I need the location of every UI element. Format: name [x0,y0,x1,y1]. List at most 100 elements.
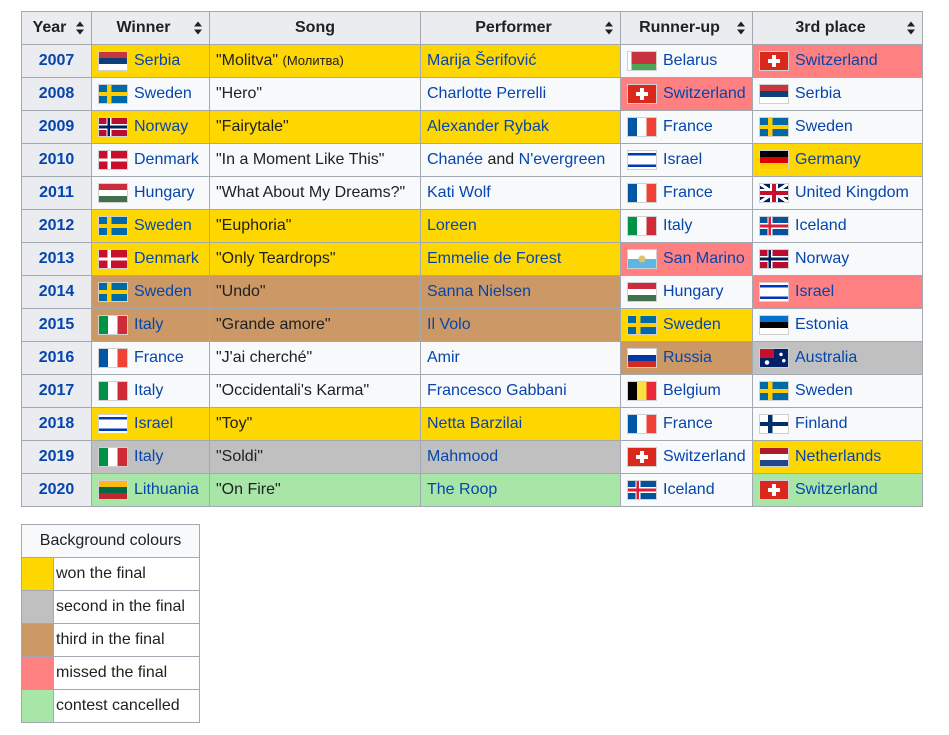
switzerland-flag-icon[interactable] [627,84,657,104]
year-cell[interactable]: 2018 [21,407,92,441]
sort-icon[interactable] [737,21,745,35]
third-place-cell-link[interactable]: Serbia [795,85,841,103]
performer-link[interactable]: Netta Barzilai [427,415,522,432]
sweden-flag-icon[interactable] [759,117,789,137]
france-flag-icon[interactable] [627,414,657,434]
third-place-cell-link[interactable]: Sweden [795,118,853,136]
italy-flag-icon[interactable] [98,447,128,467]
performer-link[interactable]: Kati Wolf [427,184,491,201]
italy-flag-icon[interactable] [627,216,657,236]
sweden-flag-icon[interactable] [98,216,128,236]
winner-cell-link[interactable]: Denmark [134,250,199,268]
israel-flag-icon[interactable] [759,282,789,302]
runner-up-cell-link[interactable]: Hungary [663,283,723,301]
france-flag-icon[interactable] [627,117,657,137]
winner-cell-link[interactable]: Sweden [134,85,192,103]
sweden-flag-icon[interactable] [759,381,789,401]
switzerland-flag-icon[interactable] [759,51,789,71]
hungary-flag-icon[interactable] [98,183,128,203]
header-year[interactable]: Year [21,11,92,45]
san-marino-flag-icon[interactable] [627,249,657,269]
year-link[interactable]: 2007 [39,52,75,69]
sort-icon[interactable] [907,21,915,35]
runner-up-cell-link[interactable]: France [663,415,713,433]
winner-cell-link[interactable]: Sweden [134,283,192,301]
runner-up-cell-link[interactable]: San Marino [663,250,745,268]
france-flag-icon[interactable] [98,348,128,368]
lithuania-flag-icon[interactable] [98,480,128,500]
germany-flag-icon[interactable] [759,150,789,170]
belgium-flag-icon[interactable] [627,381,657,401]
year-link[interactable]: 2020 [39,481,75,498]
runner-up-cell-link[interactable]: France [663,184,713,202]
third-place-cell-link[interactable]: Estonia [795,316,848,334]
third-place-cell-link[interactable]: Finland [795,415,847,433]
denmark-flag-icon[interactable] [98,150,128,170]
year-cell[interactable]: 2015 [21,308,92,342]
iceland-flag-icon[interactable] [759,216,789,236]
third-place-cell-link[interactable]: Switzerland [795,52,878,70]
winner-cell-link[interactable]: Norway [134,118,188,136]
finland-flag-icon[interactable] [759,414,789,434]
year-link[interactable]: 2013 [39,250,75,267]
third-place-cell-link[interactable]: Netherlands [795,448,881,466]
third-place-cell-link[interactable]: Iceland [795,217,847,235]
winner-cell-link[interactable]: Sweden [134,217,192,235]
sort-icon[interactable] [76,21,84,35]
third-place-cell-link[interactable]: Norway [795,250,849,268]
performer-link[interactable]: Marija Šerifović [427,52,536,69]
runner-up-cell-link[interactable]: Switzerland [663,85,746,103]
performer-link[interactable]: Loreen [427,217,477,234]
year-cell[interactable]: 2014 [21,275,92,309]
hungary-flag-icon[interactable] [627,282,657,302]
header-runner-up[interactable]: Runner-up [620,11,753,45]
third-place-cell-link[interactable]: Israel [795,283,834,301]
runner-up-cell-link[interactable]: Russia [663,349,712,367]
iceland-flag-icon[interactable] [627,480,657,500]
third-place-cell-link[interactable]: Sweden [795,382,853,400]
third-place-cell-link[interactable]: Germany [795,151,861,169]
norway-flag-icon[interactable] [98,117,128,137]
year-link[interactable]: 2015 [39,316,75,333]
runner-up-cell-link[interactable]: Belarus [663,52,717,70]
header-third-place[interactable]: 3rd place [752,11,923,45]
winner-cell-link[interactable]: Hungary [134,184,194,202]
winner-cell-link[interactable]: France [134,349,184,367]
runner-up-cell-link[interactable]: Belgium [663,382,721,400]
performer-link[interactable]: Emmelie de Forest [427,250,561,267]
uk-flag-icon[interactable] [759,183,789,203]
performer-link[interactable]: Francesco Gabbani [427,382,567,399]
runner-up-cell-link[interactable]: France [663,118,713,136]
year-cell[interactable]: 2020 [21,473,92,507]
year-link[interactable]: 2018 [39,415,75,432]
netherlands-flag-icon[interactable] [759,447,789,467]
australia-flag-icon[interactable] [759,348,789,368]
third-place-cell-link[interactable]: United Kingdom [795,184,909,202]
header-performer[interactable]: Performer [420,11,621,45]
year-cell[interactable]: 2008 [21,77,92,111]
france-flag-icon[interactable] [627,183,657,203]
sort-icon[interactable] [194,21,202,35]
runner-up-cell-link[interactable]: Israel [663,151,702,169]
performer-link[interactable]: Amir [427,349,460,366]
runner-up-cell-link[interactable]: Sweden [663,316,721,334]
winner-cell-link[interactable]: Italy [134,448,163,466]
winner-cell-link[interactable]: Lithuania [134,481,199,499]
year-cell[interactable]: 2011 [21,176,92,210]
year-link[interactable]: 2010 [39,151,75,168]
switzerland-flag-icon[interactable] [759,480,789,500]
sweden-flag-icon[interactable] [98,84,128,104]
sweden-flag-icon[interactable] [627,315,657,335]
russia-flag-icon[interactable] [627,348,657,368]
year-link[interactable]: 2011 [39,184,74,201]
runner-up-cell-link[interactable]: Iceland [663,481,715,499]
performer-link[interactable]: Alexander Rybak [427,118,549,135]
serbia-flag-icon[interactable] [759,84,789,104]
year-cell[interactable]: 2012 [21,209,92,243]
switzerland-flag-icon[interactable] [627,447,657,467]
year-link[interactable]: 2019 [39,448,75,465]
performer-link[interactable]: Chanée [427,151,483,168]
israel-flag-icon[interactable] [98,414,128,434]
year-link[interactable]: 2014 [39,283,75,300]
performer-link[interactable]: Il Volo [427,316,471,333]
